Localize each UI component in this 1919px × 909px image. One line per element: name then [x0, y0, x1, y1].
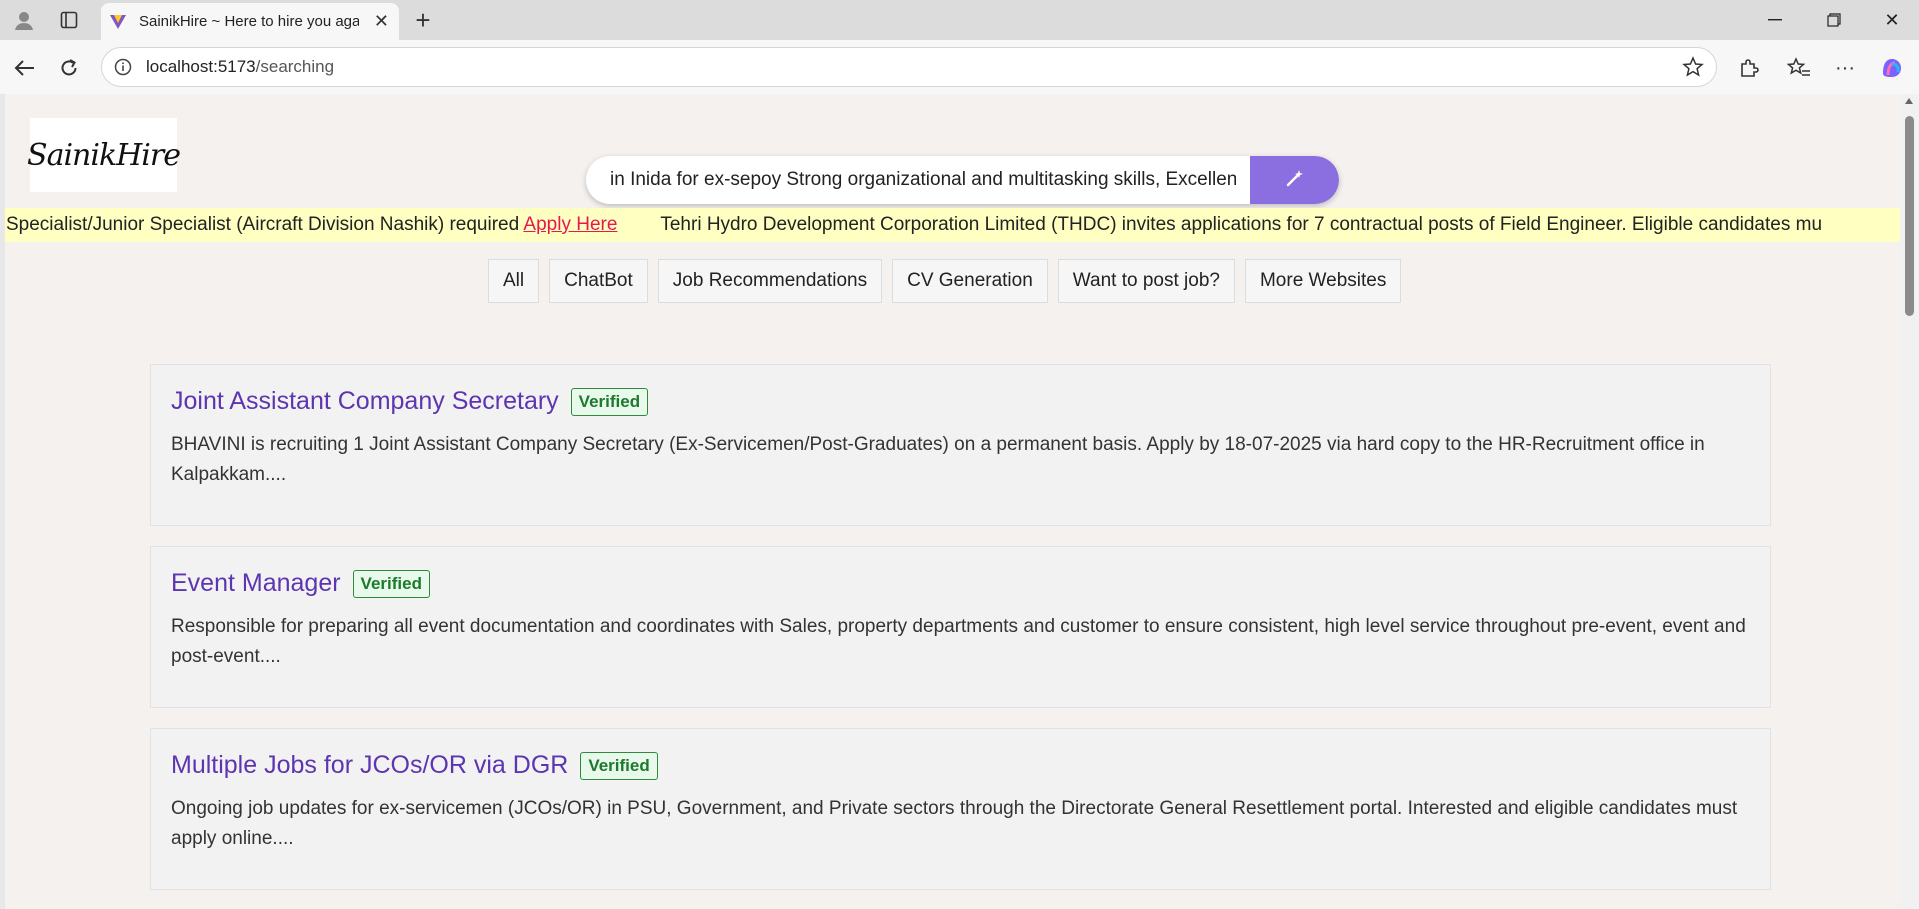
- close-tab-icon[interactable]: ✕: [374, 12, 389, 30]
- search-bar: [586, 156, 1339, 204]
- job-card[interactable]: Joint Assistant Company Secretary Verifi…: [150, 364, 1771, 526]
- minimize-window-icon[interactable]: [1752, 6, 1798, 34]
- browser-tab-strip: SainikHire ~ Here to hire you again ✕ + …: [0, 0, 1919, 40]
- reload-icon[interactable]: [53, 52, 85, 84]
- verified-badge: Verified: [570, 387, 649, 416]
- restore-window-icon[interactable]: [1811, 6, 1857, 34]
- url-path: /searching: [255, 57, 335, 76]
- verified-badge: Verified: [352, 569, 430, 598]
- scroll-up-arrow-icon[interactable]: [1905, 98, 1913, 104]
- site-info-icon[interactable]: [114, 58, 132, 76]
- job-results-list: Joint Assistant Company Secretary Verifi…: [150, 364, 1771, 909]
- ticker-item-text: Specialist/Junior Specialist (Aircraft D…: [6, 214, 520, 235]
- tab-title: SainikHire ~ Here to hire you again: [139, 13, 359, 30]
- tab-actions-icon[interactable]: [52, 6, 86, 34]
- verified-badge: Verified: [580, 751, 658, 780]
- news-ticker: Specialist/Junior Specialist (Aircraft D…: [5, 208, 1900, 242]
- site-favicon-icon: [109, 13, 127, 31]
- browser-toolbar: localhost:5173/searching ···: [0, 40, 1919, 94]
- search-button[interactable]: [1250, 156, 1339, 204]
- favorite-star-icon[interactable]: [1682, 56, 1704, 83]
- filter-cv-generation-button[interactable]: CV Generation: [892, 259, 1048, 303]
- page-viewport: SainikHire Specialist/Junior Specialist …: [5, 94, 1900, 909]
- job-title-link[interactable]: Event Manager: [171, 569, 341, 598]
- search-input[interactable]: [586, 156, 1236, 204]
- filter-job-recommendations-button[interactable]: Job Recommendations: [657, 259, 883, 303]
- new-tab-button[interactable]: +: [408, 5, 438, 35]
- filter-post-job-button[interactable]: Want to post job?: [1057, 259, 1235, 303]
- filter-all-button[interactable]: All: [488, 259, 540, 303]
- url-host: localhost:5173: [146, 57, 256, 76]
- more-options-icon[interactable]: ···: [1829, 53, 1861, 83]
- job-card[interactable]: Event Manager Verified Responsible for p…: [150, 546, 1771, 708]
- filter-chatbot-button[interactable]: ChatBot: [549, 259, 648, 303]
- browser-tab-active[interactable]: SainikHire ~ Here to hire you again ✕: [101, 3, 399, 40]
- close-window-icon[interactable]: ✕: [1869, 6, 1915, 34]
- favorites-icon[interactable]: [1783, 53, 1815, 83]
- address-bar[interactable]: localhost:5173/searching: [101, 47, 1717, 87]
- magic-wand-icon: [1284, 167, 1306, 194]
- ticker-apply-link[interactable]: Apply Here: [523, 214, 617, 235]
- copilot-icon[interactable]: [1876, 53, 1908, 83]
- url-text: localhost:5173/searching: [146, 57, 334, 77]
- filter-tabs: All ChatBot Job Recommendations CV Gener…: [488, 259, 1402, 303]
- ticker-item-text: Tehri Hydro Development Corporation Limi…: [660, 214, 1823, 235]
- filter-more-websites-button[interactable]: More Websites: [1244, 259, 1402, 303]
- job-title-link[interactable]: Multiple Jobs for JCOs/OR via DGR: [171, 751, 568, 780]
- extensions-icon[interactable]: [1733, 53, 1765, 83]
- site-logo[interactable]: SainikHire: [27, 118, 181, 192]
- job-description: Responsible for preparing all event docu…: [171, 616, 1746, 667]
- back-arrow-icon[interactable]: [8, 52, 40, 84]
- job-title-link[interactable]: Joint Assistant Company Secretary: [171, 387, 559, 416]
- job-description: BHAVINI is recruiting 1 Joint Assistant …: [171, 434, 1705, 485]
- page-scrollbar[interactable]: [1900, 94, 1919, 909]
- profile-icon[interactable]: [7, 6, 41, 34]
- logo-text: SainikHire: [27, 137, 181, 173]
- job-description: Ongoing job updates for ex-servicemen (J…: [171, 798, 1738, 849]
- scrollbar-thumb[interactable]: [1905, 116, 1914, 316]
- job-card[interactable]: Multiple Jobs for JCOs/OR via DGR Verifi…: [150, 728, 1771, 890]
